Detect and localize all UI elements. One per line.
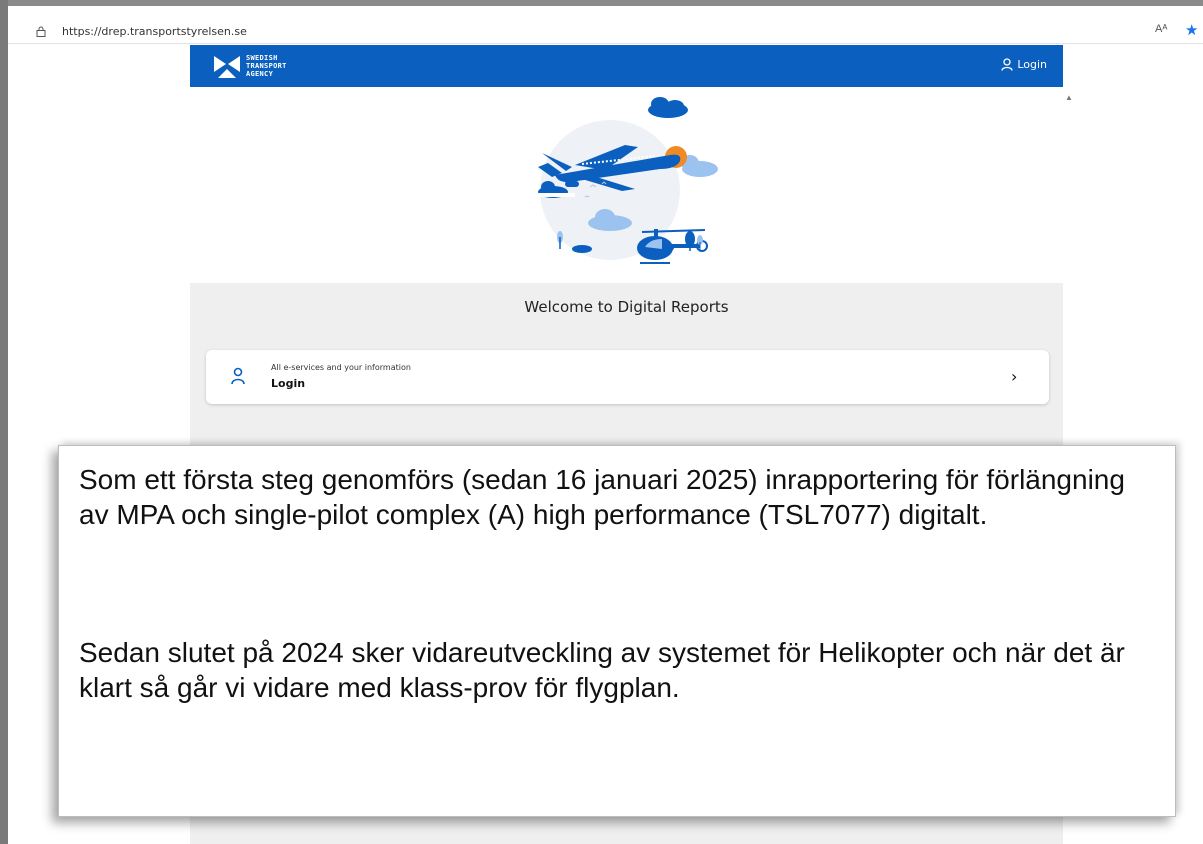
lock-icon xyxy=(36,26,46,37)
browser-window: https://drep.transportstyrelsen.se Aᴬ ★ … xyxy=(0,0,1203,844)
favorite-star-icon[interactable]: ★ xyxy=(1185,21,1198,39)
site-header: SWEDISH TRANSPORT AGENCY Login xyxy=(190,45,1063,87)
chevron-right-icon[interactable]: › xyxy=(1011,367,1017,386)
note-paragraph-1: Som ett första steg genomförs (sedan 16 … xyxy=(79,464,1125,530)
header-login-button[interactable]: Login xyxy=(1001,58,1047,71)
logo-line-2: TRANSPORT xyxy=(246,62,287,70)
address-bar[interactable]: https://drep.transportstyrelsen.se Aᴬ ★ xyxy=(8,20,1203,44)
agency-logo-text: SWEDISH TRANSPORT AGENCY xyxy=(246,54,287,78)
hero-illustration-area xyxy=(190,87,1063,283)
note-paragraph-2: Sedan slutet på 2024 sker vidareutveckli… xyxy=(79,637,1125,703)
aviation-illustration xyxy=(535,97,718,264)
logo-line-3: AGENCY xyxy=(246,70,274,78)
login-card-subtitle: All e-services and your information xyxy=(271,363,411,372)
callout-note: Som ett första steg genomförs (sedan 16 … xyxy=(58,445,1176,817)
header-login-label: Login xyxy=(1017,58,1047,71)
window-top-border xyxy=(0,0,1203,6)
window-left-border xyxy=(0,0,8,844)
welcome-title: Welcome to Digital Reports xyxy=(524,298,729,316)
url-text[interactable]: https://drep.transportstyrelsen.se xyxy=(62,25,247,38)
logo-line-1: SWEDISH xyxy=(246,54,278,62)
login-card-title: Login xyxy=(271,377,306,390)
user-icon xyxy=(1001,58,1013,71)
read-aloud-icon[interactable]: Aᴬ xyxy=(1155,23,1167,35)
login-card[interactable]: All e-services and your information Logi… xyxy=(206,350,1049,404)
user-icon xyxy=(231,367,245,385)
agency-logo-icon[interactable] xyxy=(214,54,240,78)
scroll-up-icon[interactable]: ▲ xyxy=(1065,93,1073,102)
